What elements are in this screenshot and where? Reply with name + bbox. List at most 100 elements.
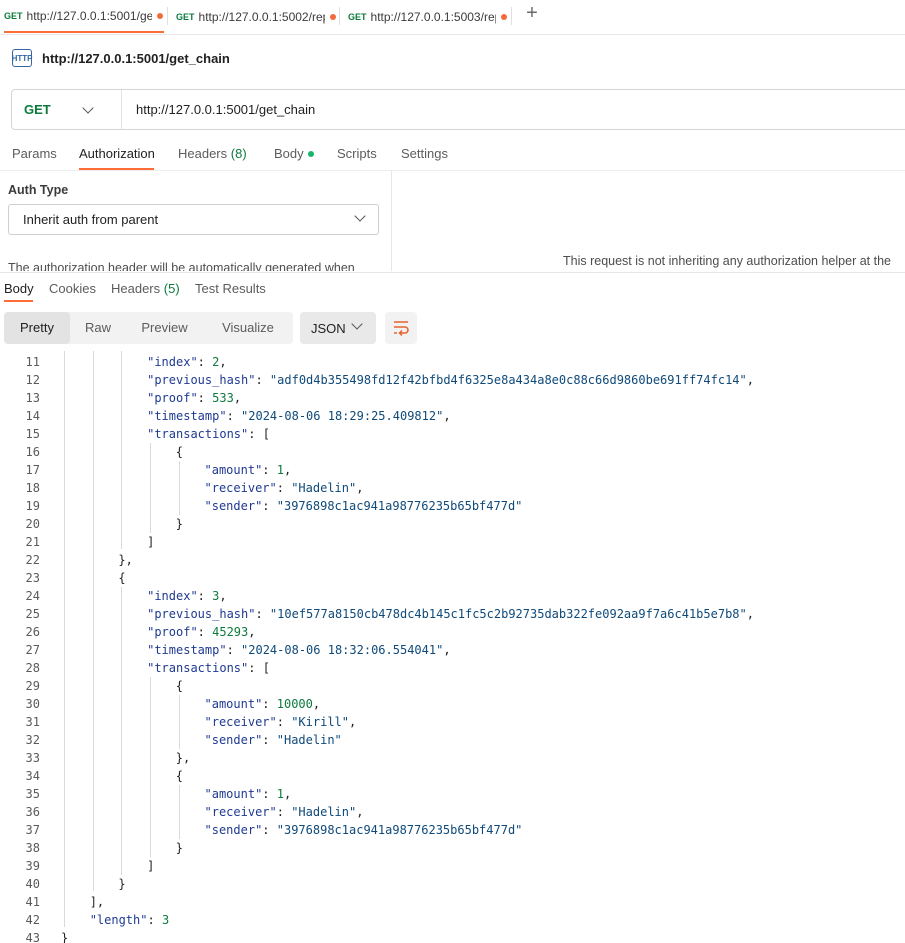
auth-type-label: Auth Type	[8, 183, 69, 197]
tab-params[interactable]: Params	[12, 146, 57, 161]
code-line: 12 "previous_hash": "adf0d4b355498fd12f42…	[0, 371, 905, 389]
line-number: 34	[25, 769, 40, 783]
code-line: 33},	[0, 749, 905, 767]
code-line: 23 {	[0, 569, 905, 587]
request-tab-3[interactable]: GET http://127.0.0.1:5003/replace_chain	[348, 0, 508, 33]
tab-scripts[interactable]: Scripts	[337, 146, 377, 161]
request-section-tabs: Params Authorization Headers (8) Body Sc…	[0, 140, 905, 170]
auth-type-panel: Auth Type Inherit auth from parent The a…	[0, 171, 391, 271]
code-line: 24 "index": 3,	[0, 587, 905, 605]
code-text: }	[61, 931, 69, 943]
line-number: 11	[25, 355, 40, 369]
http-method-select[interactable]: GET	[12, 90, 122, 129]
tab-settings[interactable]: Settings	[401, 146, 448, 161]
url-bar: GET	[11, 89, 905, 130]
wrap-lines-button[interactable]	[385, 312, 417, 344]
code-text: {	[175, 679, 184, 693]
response-body-viewer[interactable]: 11 "index": 2, 12 "previous_hash": "adf0d4b…	[0, 351, 905, 943]
code-text: "previous_hash": "adf0d4b355498fd12f42bf…	[147, 373, 754, 387]
tab-url-label: http://127.0.0.1:5002/replace_chain	[198, 9, 325, 24]
line-number: 24	[25, 589, 40, 603]
code-line: 29 {	[0, 677, 905, 695]
panel-divider[interactable]	[391, 171, 392, 271]
response-tab-headers-count: (5)	[163, 281, 180, 296]
code-line: 42 "length": 3	[0, 911, 905, 929]
code-line: 41],	[0, 893, 905, 911]
response-section-tabs: Body Cookies Headers (5) Test Results	[0, 272, 905, 303]
indent-guide	[121, 351, 123, 549]
line-number: 43	[25, 931, 40, 943]
view-pretty-button[interactable]: Pretty	[4, 312, 70, 344]
indent-guide	[150, 677, 152, 857]
code-text: "timestamp": "2024-08-06 18:29:25.409812…	[147, 409, 451, 423]
format-value: JSON	[311, 320, 346, 336]
code-text: }	[118, 877, 126, 891]
tab-headers[interactable]: Headers (8)	[178, 146, 247, 161]
line-number: 19	[25, 499, 40, 513]
code-line: 27 "timestamp": "2024-08-06 18:32:06.5540…	[0, 641, 905, 659]
line-number: 35	[25, 787, 40, 801]
tab-body[interactable]: Body	[274, 146, 314, 161]
line-number: 30	[25, 697, 40, 711]
chevron-down-icon	[82, 101, 94, 114]
code-line: 37 "sender": "3976898c1ac941a98776235b65b…	[0, 821, 905, 839]
response-tab-body[interactable]: Body	[4, 281, 34, 296]
line-number: 39	[25, 859, 40, 873]
line-number: 27	[25, 643, 40, 657]
request-tab-bar: GET http://127.0.0.1:5001/get_chain GET …	[0, 0, 905, 35]
view-preview-button[interactable]: Preview	[126, 312, 203, 344]
code-line: 31 "receiver": "Kirill",	[0, 713, 905, 731]
url-input[interactable]	[122, 101, 838, 118]
chevron-down-icon	[351, 318, 363, 330]
line-number: 17	[25, 463, 40, 477]
code-line: 35 "amount": 1,	[0, 785, 905, 803]
code-text: "sender": "3976898c1ac941a98776235b65bf4…	[204, 499, 523, 513]
code-line: 17 "amount": 1,	[0, 461, 905, 479]
tab-method-label: GET	[4, 10, 23, 21]
code-text: {	[175, 445, 184, 459]
line-number: 13	[25, 391, 40, 405]
indent-guide	[64, 351, 65, 927]
indent-guide	[150, 443, 152, 533]
auth-type-select[interactable]: Inherit auth from parent	[8, 204, 379, 235]
line-number: 33	[25, 751, 40, 765]
code-line: 11 "index": 2,	[0, 353, 905, 371]
code-line: 40}	[0, 875, 905, 893]
request-tab-2[interactable]: GET http://127.0.0.1:5002/replace_chain	[176, 0, 336, 33]
new-tab-plus-icon[interactable]: +	[522, 3, 542, 24]
response-tab-headers[interactable]: Headers (5)	[111, 281, 180, 296]
line-number: 26	[25, 625, 40, 639]
request-tab-1[interactable]: GET http://127.0.0.1:5001/get_chain	[4, 0, 164, 33]
response-tab-test-results[interactable]: Test Results	[195, 281, 266, 296]
unsaved-dot-icon	[500, 13, 507, 20]
format-select[interactable]: JSON	[300, 312, 376, 344]
tab-separator	[339, 7, 340, 25]
tab-separator	[511, 7, 512, 25]
code-line: 28 "transactions": [	[0, 659, 905, 677]
view-raw-button[interactable]: Raw	[70, 312, 126, 344]
code-text: },	[118, 553, 133, 567]
line-number: 25	[25, 607, 40, 621]
code-text: "receiver": "Hadelin",	[204, 481, 364, 495]
code-line: 36 "receiver": "Hadelin",	[0, 803, 905, 821]
request-title[interactable]: http://127.0.0.1:5001/get_chain	[42, 51, 230, 66]
code-text: ]	[147, 535, 155, 549]
code-text: "index": 3,	[147, 589, 227, 603]
code-line: 14 "timestamp": "2024-08-06 18:29:25.4098…	[0, 407, 905, 425]
code-text: "sender": "Hadelin"	[204, 733, 342, 747]
code-text: }	[175, 841, 184, 855]
code-text: "transactions": [	[147, 661, 270, 675]
response-tab-cookies[interactable]: Cookies	[49, 281, 96, 296]
line-number: 41	[25, 895, 40, 909]
code-line: 25 "previous_hash": "10ef577a8150cb478dc4…	[0, 605, 905, 623]
view-visualize-button[interactable]: Visualize	[203, 312, 293, 344]
tab-authorization[interactable]: Authorization	[79, 146, 155, 161]
indent-guide	[178, 785, 180, 839]
code-line: 21]	[0, 533, 905, 551]
code-line: 18 "receiver": "Hadelin",	[0, 479, 905, 497]
code-text: "receiver": "Hadelin",	[204, 805, 364, 819]
line-number: 37	[25, 823, 40, 837]
tab-method-label: GET	[348, 11, 367, 22]
tab-method-label: GET	[176, 11, 195, 22]
code-line: 15 "transactions": [	[0, 425, 905, 443]
